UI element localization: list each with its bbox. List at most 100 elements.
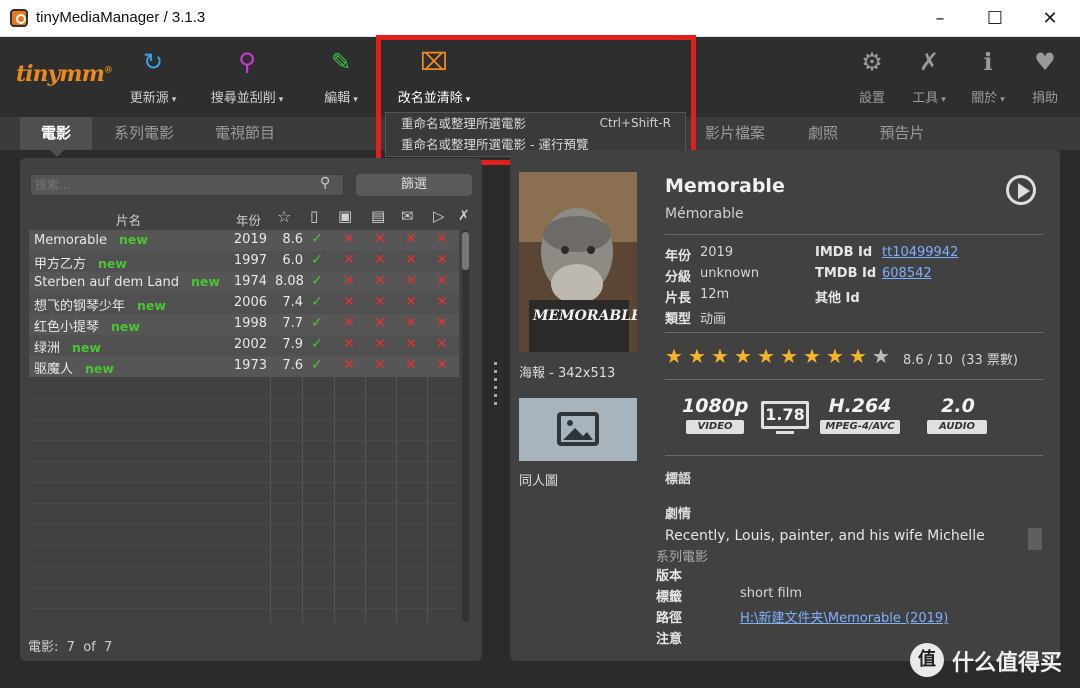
movie-table: Memorable new 2019 8.6 ✓ ✕ ✕ ✕ ✕ 甲方乙方 new 1997 6.0 ✓ ✕… <box>29 230 459 622</box>
path-link[interactable]: H:\新建文件夹\Memorable (2019) <box>740 607 948 626</box>
tab-movie-sets[interactable]: 系列電影 <box>100 117 188 150</box>
settings-button[interactable]: ⚙ 設置 <box>855 47 889 106</box>
search-icon[interactable]: ⚲ <box>320 175 330 191</box>
table-row[interactable]: Memorable new 2019 8.6 ✓ ✕ ✕ ✕ ✕ <box>29 230 459 251</box>
new-badge: new <box>137 298 166 313</box>
title-bar: tinyMediaManager / 3.1.3 – ☐ ✕ <box>0 0 1080 37</box>
column-header-year[interactable]: 年份 <box>236 210 261 229</box>
cross-icon: ✕ <box>343 252 355 268</box>
poster-image[interactable]: MEMORABLE <box>519 172 637 352</box>
watched-column-icon[interactable]: ▷ <box>433 207 445 225</box>
movie-title-cell: 甲方乙方 new <box>34 256 127 272</box>
cross-icon: ✕ <box>436 294 448 310</box>
cross-icon: ✕ <box>436 336 448 352</box>
check-icon: ✓ <box>311 315 323 331</box>
tmdb-label: TMDB Id <box>815 266 877 281</box>
menu-item-rename-selected[interactable]: 重命名或整理所選電影 Ctrl+Shift-R <box>386 113 685 134</box>
new-badge: new <box>85 361 114 376</box>
images-column-icon[interactable]: ▣ <box>338 207 352 225</box>
new-badge: new <box>111 319 140 334</box>
empty-row-line <box>29 419 459 420</box>
path-label: 路徑 <box>656 611 683 626</box>
wrench-column-icon[interactable]: ✗ <box>458 208 470 224</box>
donate-button[interactable]: ♥ 捐助 <box>1028 47 1062 106</box>
chevron-down-icon: ▾ <box>1000 95 1005 105</box>
tab-stills[interactable]: 劇照 <box>796 117 850 150</box>
nfo-column-icon[interactable]: ▯ <box>310 207 318 225</box>
info-icon: ℹ <box>983 48 993 76</box>
rating-column-icon[interactable]: ☆ <box>277 207 291 226</box>
update-sources-button[interactable]: ↻ 更新源 ▾ <box>120 47 186 106</box>
table-row[interactable]: Sterben auf dem Land new 1974 8.08 ✓ ✕ ✕ ✕ ✕ <box>29 272 459 293</box>
cross-icon: ✕ <box>374 357 386 373</box>
trailer-column-icon[interactable]: ▤ <box>371 207 385 225</box>
list-scrollbar[interactable] <box>462 230 469 622</box>
subtitles-column-icon[interactable]: ✉ <box>401 207 414 225</box>
movie-year-cell: 2019 <box>233 232 267 247</box>
star-icon: ★ <box>688 344 706 368</box>
table-row[interactable]: 绿洲 new 2002 7.9 ✓ ✕ ✕ ✕ ✕ <box>29 335 459 356</box>
certification-value: unknown <box>700 266 760 281</box>
movie-rating-cell: 7.9 <box>282 337 303 352</box>
plot-scrollbar[interactable] <box>1028 528 1042 550</box>
play-icon[interactable] <box>1006 175 1036 205</box>
movie-rating-cell: 8.6 <box>282 232 303 247</box>
close-button[interactable]: ✕ <box>1025 0 1075 37</box>
movie-title-cell: 绿洲 new <box>34 340 101 356</box>
search-input[interactable] <box>30 174 344 196</box>
column-header-title[interactable]: 片名 <box>116 210 141 229</box>
check-icon: ✓ <box>311 336 323 352</box>
fanart-placeholder[interactable] <box>519 398 637 461</box>
movie-year-cell: 2006 <box>233 295 267 310</box>
star-icon: ★ <box>803 344 821 368</box>
codec-tag: MPEG-4/AVC <box>820 420 900 434</box>
cross-icon: ✕ <box>343 273 355 289</box>
cross-icon: ✕ <box>343 294 355 310</box>
tab-trailers[interactable]: 預告片 <box>870 117 934 150</box>
movie-year-cell: 1974 <box>233 274 267 289</box>
edit-button[interactable]: ✎ 編輯 ▾ <box>316 47 366 106</box>
tools-button[interactable]: ✗ 工具 ▾ <box>905 47 953 106</box>
scroll-thumb[interactable] <box>462 232 469 270</box>
chevron-down-icon: ▾ <box>941 95 946 105</box>
about-button[interactable]: ℹ 關於 ▾ <box>965 47 1011 106</box>
table-row[interactable]: 想飞的钢琴少年 new 2006 7.4 ✓ ✕ ✕ ✕ ✕ <box>29 293 459 314</box>
original-title: Mémorable <box>665 206 744 222</box>
cross-icon: ✕ <box>374 252 386 268</box>
heart-icon: ♥ <box>1034 48 1056 76</box>
empty-row-line <box>29 587 459 588</box>
cross-icon: ✕ <box>436 273 448 289</box>
table-row[interactable]: 驱魔人 new 1973 7.6 ✓ ✕ ✕ ✕ ✕ <box>29 356 459 377</box>
video-tag: VIDEO <box>686 420 744 434</box>
new-badge: new <box>72 340 101 355</box>
imdb-link[interactable]: tt10499942 <box>882 245 958 260</box>
movie-year-cell: 1998 <box>233 316 267 331</box>
cross-icon: ✕ <box>405 273 417 289</box>
edit-icon: ✎ <box>330 48 352 76</box>
app-icon <box>10 9 28 27</box>
table-row[interactable]: 红色小提琴 new 1998 7.7 ✓ ✕ ✕ ✕ ✕ <box>29 314 459 335</box>
star-icon: ★ <box>826 344 844 368</box>
watermark-logo: 值 <box>910 643 944 677</box>
star-icon: ★ <box>872 344 890 368</box>
star-icon: ★ <box>734 344 752 368</box>
tab-tv-shows[interactable]: 電視節目 <box>200 117 290 150</box>
other-id-label: 其他 Id <box>815 291 860 306</box>
minimize-button[interactable]: – <box>915 0 965 37</box>
check-icon: ✓ <box>311 252 323 268</box>
movie-title-cell: 红色小提琴 new <box>34 319 140 335</box>
movie-list-panel: ⚲ 篩選 片名 年份 ☆ ▯ ▣ ▤ ✉ ▷ ✗ Memorablenew 201… <box>20 158 482 661</box>
filter-button[interactable]: 篩選 <box>356 174 472 196</box>
tmdb-link[interactable]: 608542 <box>882 266 932 281</box>
audio-tag: AUDIO <box>927 420 987 434</box>
table-row[interactable]: 甲方乙方 new 1997 6.0 ✓ ✕ ✕ ✕ ✕ <box>29 251 459 272</box>
runtime-label: 片長 <box>665 291 692 306</box>
search-scrape-button[interactable]: ⚲ 搜尋並刮削 ▾ <box>203 47 291 106</box>
imdb-label: IMDB Id <box>815 245 873 260</box>
tab-movies[interactable]: 電影 <box>20 117 92 157</box>
panel-splitter[interactable] <box>494 362 498 418</box>
divider <box>665 379 1043 380</box>
movie-year-cell: 1997 <box>233 253 267 268</box>
tab-media-files[interactable]: 影片檔案 <box>696 117 774 150</box>
maximize-button[interactable]: ☐ <box>970 0 1020 37</box>
